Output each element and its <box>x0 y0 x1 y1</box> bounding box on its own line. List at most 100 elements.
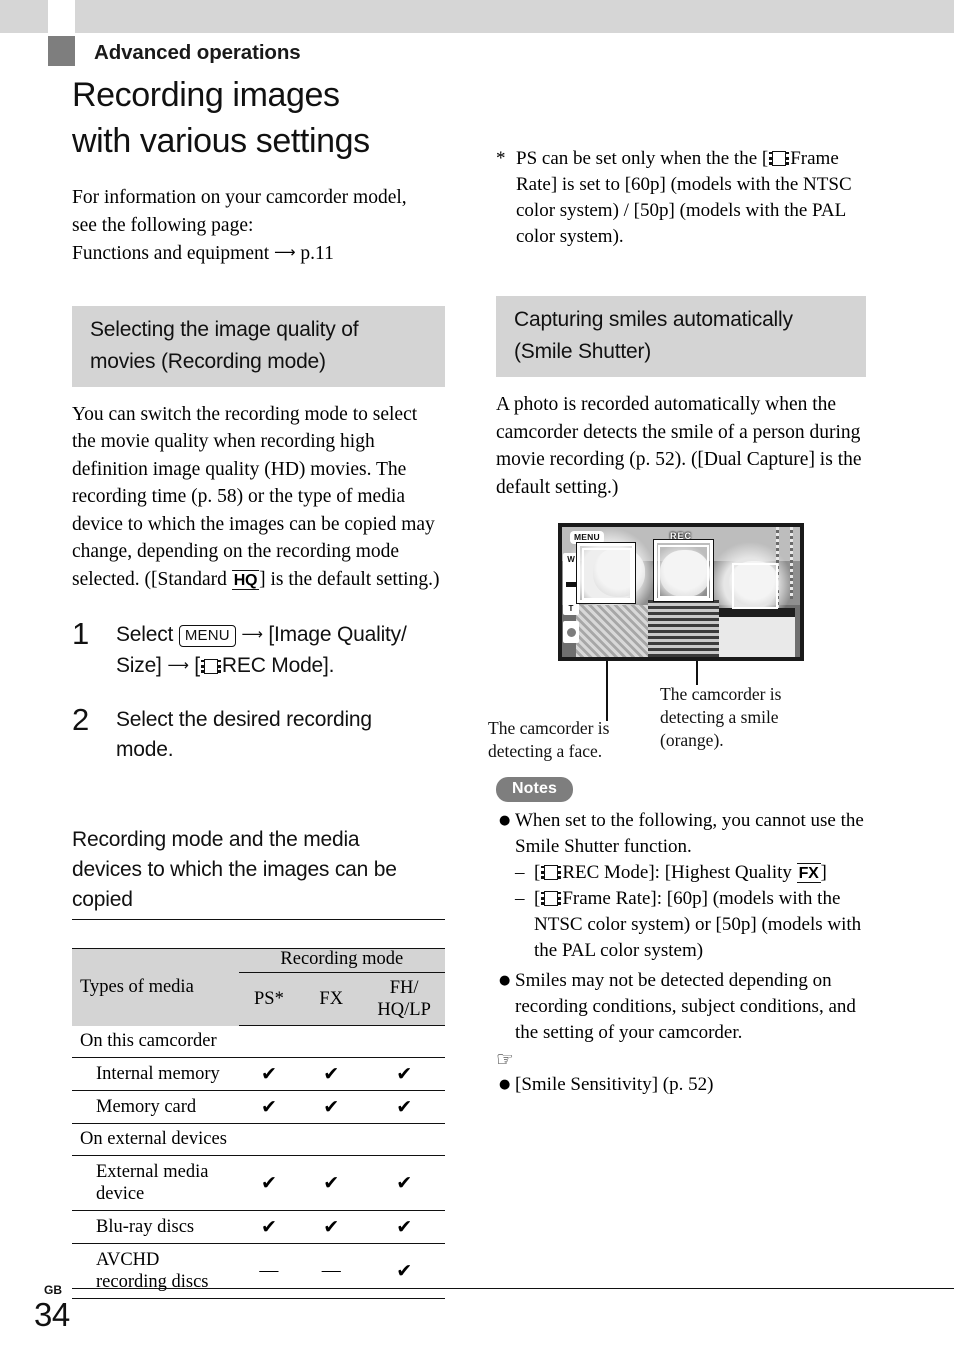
th-mode-fx: FX <box>299 972 364 1026</box>
zoom-tele-label: T <box>568 604 574 613</box>
table-row: On this camcorder <box>72 1025 445 1058</box>
top-band-gap <box>48 0 75 33</box>
list-item: – [Frame Rate]: [60p] (models with the N… <box>515 886 866 964</box>
intro-line-1: For information on your camcorder model, <box>72 187 407 208</box>
movie-film-icon <box>541 865 562 880</box>
folio-region-code: GB <box>44 1283 62 1297</box>
cell-blu-ray-fh: ✔ <box>363 1210 445 1244</box>
see-also-list: ● [Smile Sensitivity] (p. 52) <box>496 1072 866 1098</box>
row-label-avchd-line-1: AVCHD <box>96 1250 160 1270</box>
note-sub-1-post: REC Mode]: [Highest Quality <box>562 862 792 883</box>
cell-internal-memory-fh: ✔ <box>363 1057 445 1091</box>
recording-mode-body-text: You can switch the recording mode to sel… <box>72 403 435 590</box>
row-label-internal-memory: Internal memory <box>72 1057 239 1091</box>
hq-mode-tag: HQ <box>231 569 260 590</box>
cell-blu-ray-ps: ✔ <box>238 1210 300 1244</box>
folio-page-number: 34 <box>34 1296 70 1333</box>
footnote-ps: * PS can be set only when the the [Frame… <box>496 146 866 250</box>
movie-film-icon <box>769 151 790 166</box>
cell-avchd-fh: ✔ <box>363 1243 445 1299</box>
child-1-torso <box>576 605 648 657</box>
subsection-heading-line-3: copied <box>72 888 133 911</box>
intro-paragraph: For information on your camcorder model,… <box>72 184 445 268</box>
intro-line-3: Functions and equipment ⟶ p.11 <box>72 243 334 264</box>
note-1-text: When set to the following, you cannot us… <box>515 810 864 857</box>
table-head: Types of media Recording mode PS* FX FH/… <box>72 948 445 1026</box>
arrow-icon: ⟶ <box>167 656 189 674</box>
table-row: Blu-ray discs ✔ ✔ ✔ <box>72 1210 445 1244</box>
fx-mode-tag: FX <box>796 863 821 883</box>
row-label-avchd-recording-discs: AVCHD recording discs <box>72 1243 239 1299</box>
cell-memory-card-fx: ✔ <box>299 1090 364 1124</box>
subsection-heading-line-1: Recording mode and the media <box>72 828 360 851</box>
smile-heading-line-1: Capturing smiles automatically <box>514 308 793 331</box>
cell-external-media-fx: ✔ <box>299 1155 364 1211</box>
table-row: External media device ✔ ✔ ✔ <box>72 1155 445 1211</box>
record-button-osd[interactable] <box>563 621 579 643</box>
row-label-external-media-device: External media device <box>72 1155 239 1211</box>
recording-mode-body: You can switch the recording mode to sel… <box>72 401 445 594</box>
dash-icon: – <box>515 862 525 883</box>
leader-line-face <box>606 661 608 721</box>
step-1-number: 1 <box>72 616 90 651</box>
smile-detection-frame-2 <box>653 539 714 602</box>
note-2-text: Smiles may not be detected depending on … <box>515 970 856 1043</box>
footer-rule <box>72 1288 954 1289</box>
camcorder-screen-figure: MENU REC W T <box>558 523 804 661</box>
figure-callouts: The camcorder is detecting a face. The c… <box>488 661 866 761</box>
step-2-number: 2 <box>72 702 90 737</box>
step-2-text: Select the desired recording mode. <box>116 705 372 765</box>
list-item: ● When set to the following, you cannot … <box>496 808 866 964</box>
movie-film-icon <box>200 659 221 674</box>
row-label-external-media-line-1: External media <box>96 1162 209 1182</box>
dash-icon: – <box>515 888 525 909</box>
see-also-text: [Smile Sensitivity] (p. 52) <box>515 1074 714 1095</box>
notes-badge: Notes <box>496 777 573 802</box>
cell-internal-memory-ps: ✔ <box>238 1057 300 1091</box>
section-heading-recording-mode: Selecting the image quality of movies (R… <box>72 305 445 387</box>
zoom-slider-knob[interactable] <box>565 581 577 587</box>
bullet-icon: ● <box>499 813 511 828</box>
page-title: Recording images with various settings <box>72 72 492 164</box>
chapter-label: Advanced operations <box>94 41 301 64</box>
th-types-of-media: Types of media <box>72 948 239 1026</box>
table-header-row-group: Types of media Recording mode <box>72 948 445 1026</box>
bullet-icon: ● <box>499 973 511 988</box>
left-column: For information on your camcorder model,… <box>72 184 445 1299</box>
chapter-marker-square <box>48 36 75 66</box>
menu-button-icon[interactable]: MENU <box>178 625 236 647</box>
note-sub-1-pre: [ <box>534 862 541 883</box>
page-title-line-2: with various settings <box>72 122 370 160</box>
notes-block: Notes ● When set to the following, you c… <box>496 777 866 1098</box>
row-label-memory-card: Memory card <box>72 1090 239 1124</box>
th-mode-fh-line-1: FH/ <box>389 978 419 998</box>
footnote-text-pre: PS can be set only when the the [ <box>516 148 769 169</box>
caption-smile-line-2: detecting a smile <box>660 707 779 727</box>
section-heading-smile-shutter: Capturing smiles automatically (Smile Sh… <box>496 296 866 377</box>
step-2-line-2: mode. <box>116 738 174 761</box>
step-2-line-1: Select the desired recording <box>116 708 372 731</box>
recording-mode-body-tail: ] is the default setting.) <box>259 568 440 590</box>
notes-sublist: – [REC Mode]: [Highest Quality FX] – [Fr… <box>515 860 866 964</box>
footnote-text: PS can be set only when the the [Frame R… <box>516 146 866 250</box>
zoom-wide-label: W <box>567 555 575 564</box>
subsection-heading-media-devices: Recording mode and the media devices to … <box>72 825 445 920</box>
th-mode-ps: PS* <box>238 972 300 1026</box>
movie-film-icon <box>541 891 562 906</box>
note-sub-2-pre: [ <box>534 888 541 909</box>
child-3-torso <box>719 607 796 657</box>
intro-line-2: see the following page: <box>72 214 254 236</box>
bullet-icon: ● <box>499 1077 511 1092</box>
right-column: * PS can be set only when the the [Frame… <box>488 146 866 1099</box>
cell-internal-memory-fx: ✔ <box>299 1057 364 1091</box>
section-heading-line-1: Selecting the image quality of <box>90 317 359 341</box>
cell-external-media-fh: ✔ <box>363 1155 445 1211</box>
top-band <box>0 0 954 33</box>
caption-smile-line-3: (orange). <box>660 730 724 750</box>
face-detection-frame-3 <box>732 563 778 609</box>
row-category-on-external-devices: On external devices <box>72 1123 445 1156</box>
cell-memory-card-fh: ✔ <box>363 1090 445 1124</box>
subsection-heading-line-2: devices to which the images can be <box>72 858 397 881</box>
cell-avchd-ps: — <box>238 1243 300 1299</box>
caption-face-line-2: detecting a face. <box>488 741 603 761</box>
